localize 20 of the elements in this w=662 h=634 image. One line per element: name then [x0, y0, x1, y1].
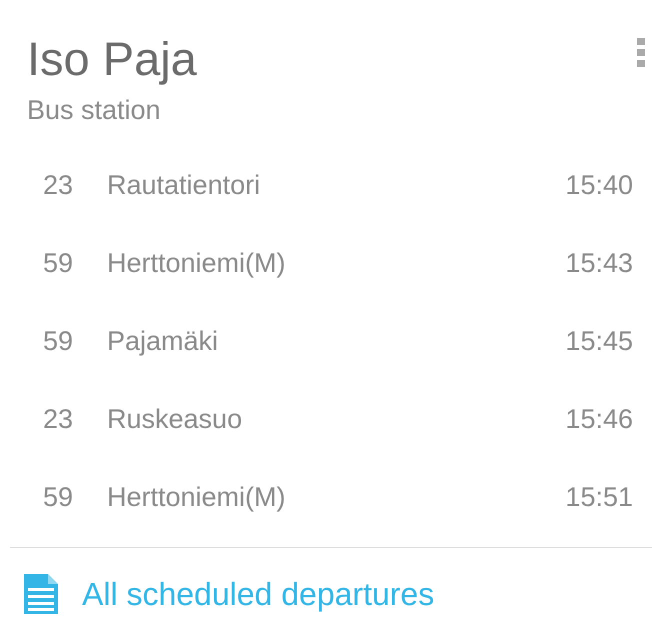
departure-time: 15:45 [565, 328, 633, 354]
document-icon [24, 574, 58, 614]
menu-button[interactable] [637, 38, 646, 67]
all-departures-link[interactable]: All scheduled departures [24, 574, 434, 614]
departure-time: 15:40 [565, 172, 633, 198]
more-options-icon [637, 38, 646, 67]
departure-time: 15:43 [565, 250, 633, 276]
destination: Herttoniemi(M) [107, 484, 286, 510]
destination: Herttoniemi(M) [107, 250, 286, 276]
route-number: 59 [43, 248, 74, 278]
destination: Rautatientori [107, 172, 260, 198]
departure-time: 15:46 [565, 406, 633, 432]
departure-time: 15:51 [565, 484, 633, 510]
route-number: 59 [43, 326, 74, 356]
destination: Pajamäki [107, 328, 218, 354]
route-number: 23 [43, 170, 74, 200]
route-number: 23 [43, 404, 74, 434]
station-type: Bus station [27, 97, 161, 124]
destination: Ruskeasuo [107, 406, 242, 432]
route-number: 59 [43, 482, 74, 512]
